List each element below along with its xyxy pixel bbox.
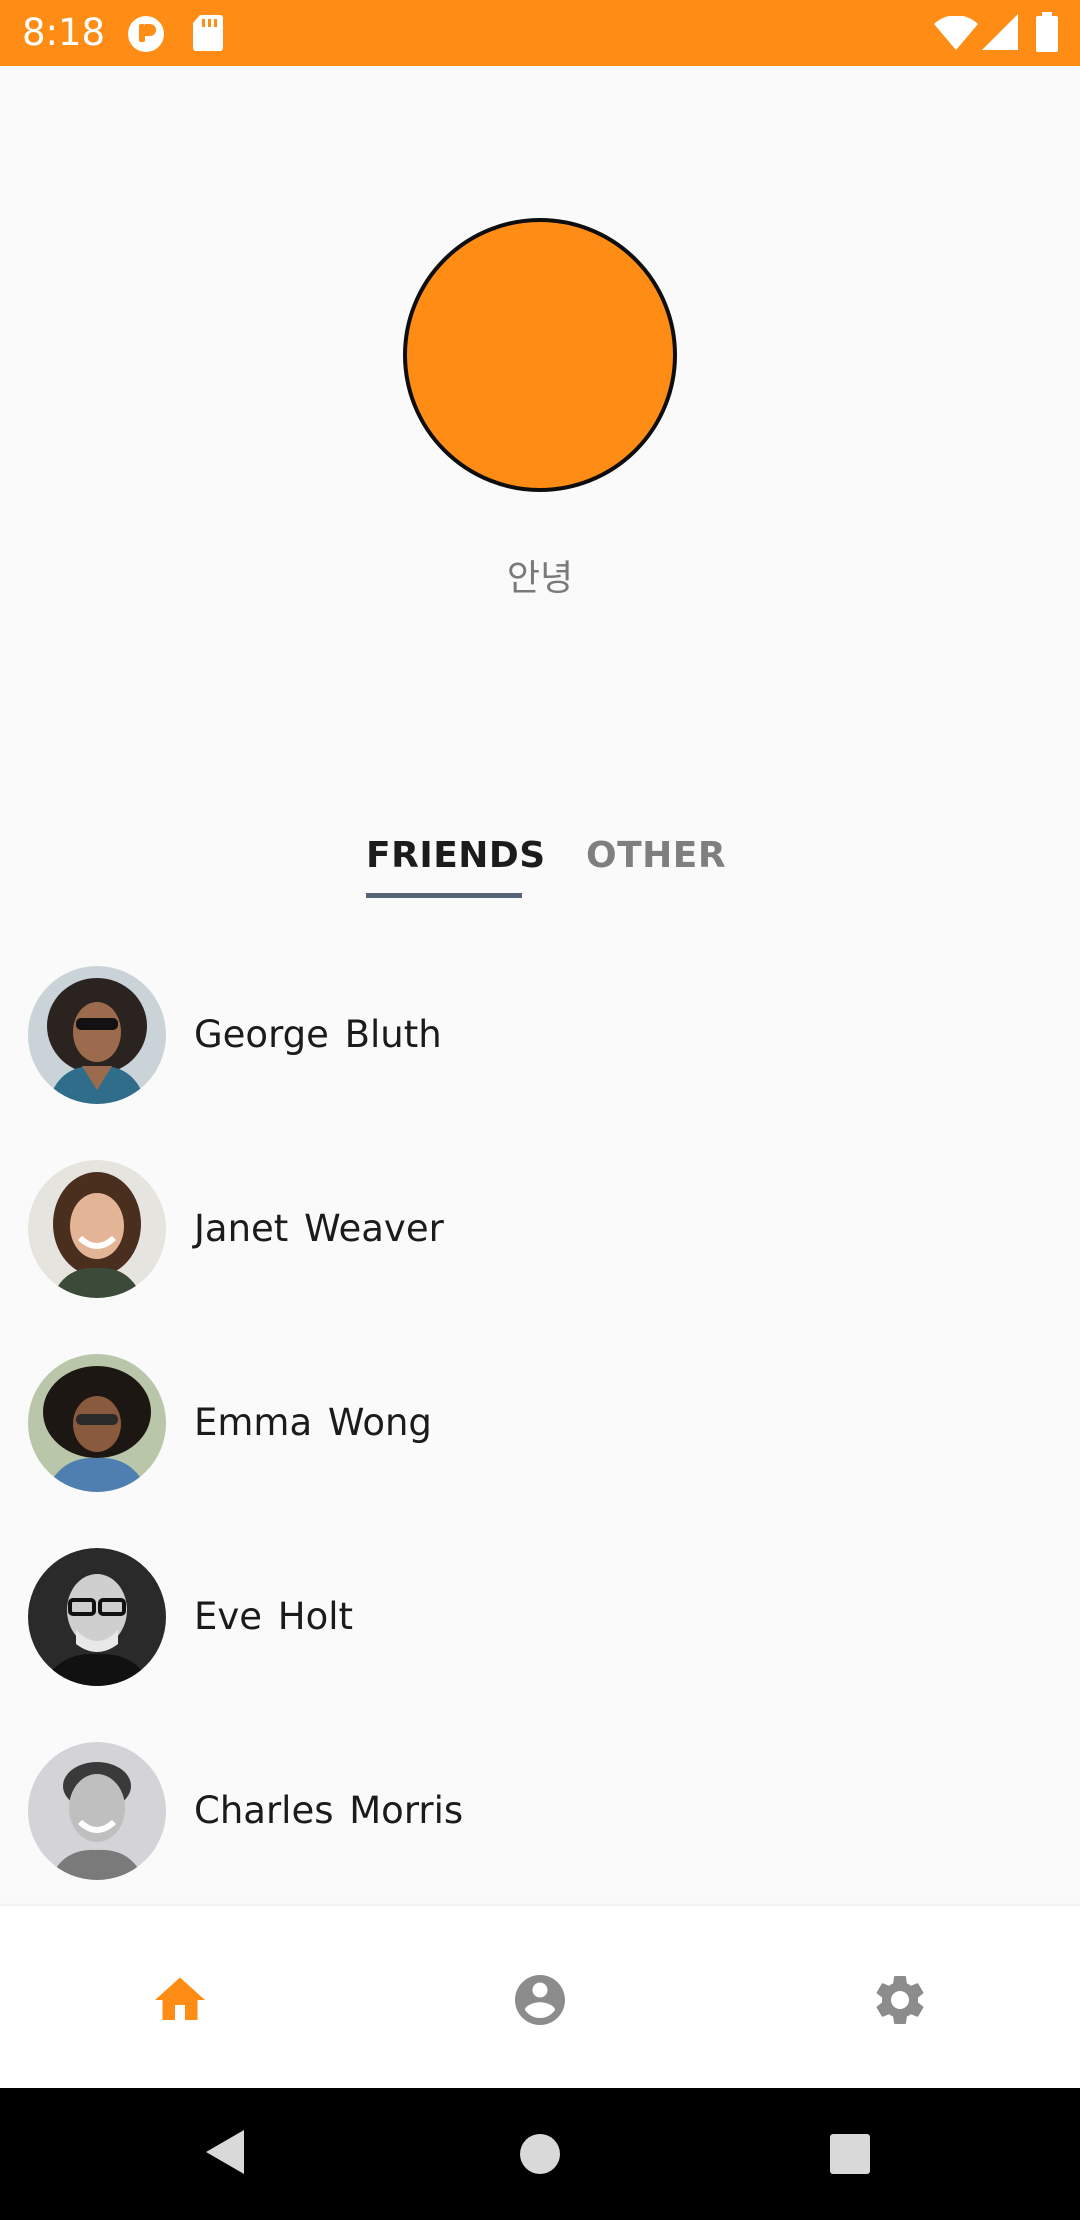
friend-avatar [28,1742,166,1880]
home-circle-icon[interactable] [518,2132,562,2176]
friend-row[interactable]: Janet Weaver [0,1130,1080,1324]
friend-avatar [28,1548,166,1686]
cell-signal-icon [982,14,1018,50]
sd-card-icon [193,15,223,51]
friend-avatar [28,1160,166,1298]
friend-row[interactable]: George Bluth [0,936,1080,1130]
tab-other[interactable]: OTHER [586,811,726,901]
main-content: 안녕 FRIENDS OTHER George Bluth Janet Weav… [0,66,1080,1906]
friend-name: Charles Morris [194,1789,464,1832]
tab-friends[interactable]: FRIENDS [366,811,545,901]
system-navigation-bar [0,2088,1080,2220]
status-bar: 8:18 [0,0,1080,66]
notification-badge-icon [128,16,164,52]
bottom-navigation [0,1906,1080,2088]
friend-row[interactable]: Charles Morris [0,1712,1080,1906]
nav-home[interactable] [0,1906,360,2088]
settings-gear-icon [876,1976,924,2024]
friend-name: George Bluth [194,1013,442,1056]
account-circle-icon [515,1975,565,2025]
friend-row[interactable]: Eve Holt [0,1518,1080,1712]
friend-avatar [28,1354,166,1492]
nav-settings[interactable] [720,1906,1080,2088]
friend-name: Eve Holt [194,1595,354,1638]
friend-name: Janet Weaver [194,1207,444,1250]
tab-indicator [366,893,522,898]
wifi-icon [934,16,978,50]
battery-icon [1036,12,1058,52]
profile-avatar[interactable] [403,218,677,492]
friend-avatar [28,966,166,1104]
home-icon [155,1977,205,2020]
profile-name: 안녕 [506,558,574,599]
friend-row[interactable]: Emma Wong [0,1324,1080,1518]
status-time: 8:18 [22,11,106,54]
nav-profile[interactable] [360,1906,720,2088]
recents-square-icon[interactable] [828,2132,872,2176]
friend-name: Emma Wong [194,1401,432,1444]
back-triangle-icon[interactable] [204,2128,248,2176]
